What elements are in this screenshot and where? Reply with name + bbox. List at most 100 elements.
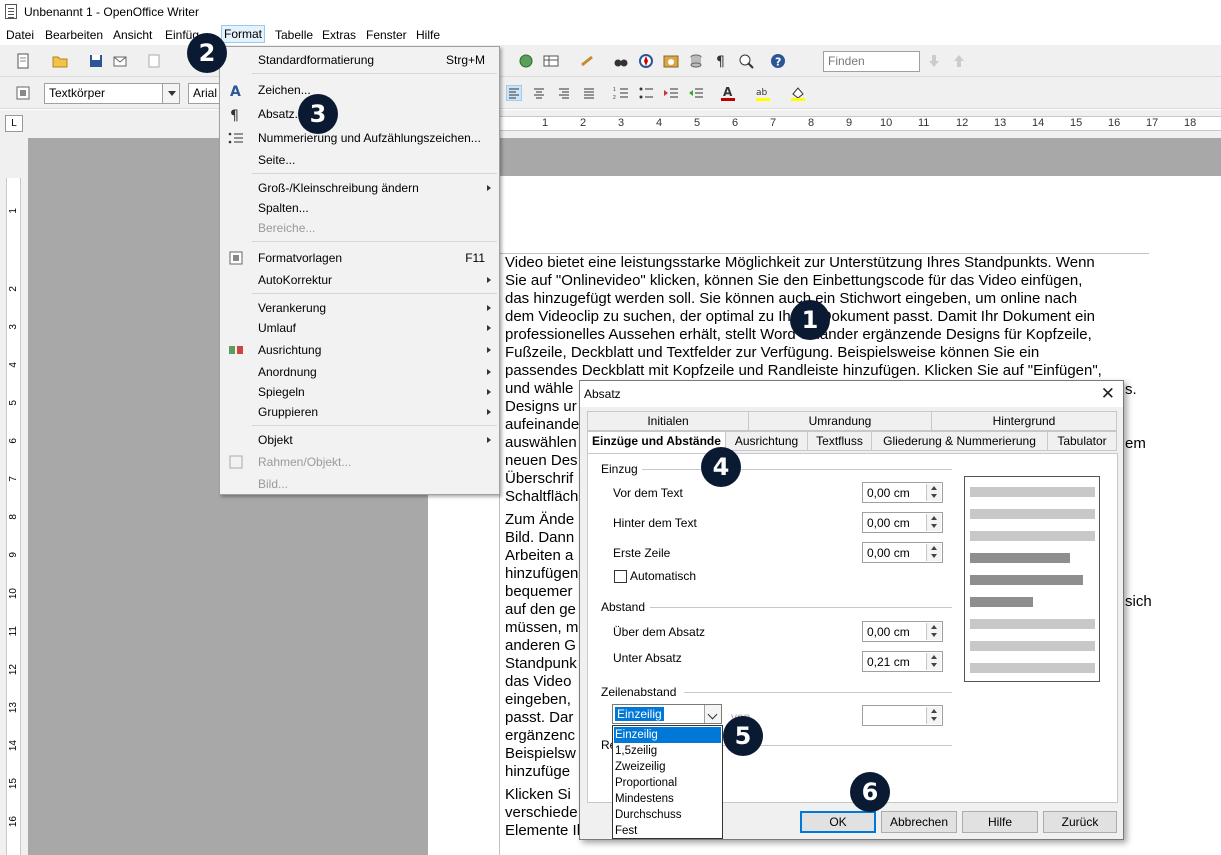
zeilenabstand-value-field[interactable]: [862, 705, 943, 726]
vor-dem-text-field[interactable]: 0,00 cm: [862, 482, 943, 503]
zeilenabstand-select[interactable]: Einzeilig: [612, 704, 722, 724]
spin-buttons[interactable]: [926, 514, 941, 531]
tab-tabulator[interactable]: Tabulator: [1047, 431, 1117, 451]
menu-ansicht[interactable]: Ansicht: [111, 27, 154, 43]
styles-formatting-icon[interactable]: [15, 85, 31, 101]
font-color-icon[interactable]: A: [720, 85, 736, 101]
zurueck-button[interactable]: Zurück: [1043, 811, 1117, 833]
menu-item-standardformatierung[interactable]: Standardformatierung Strg+M: [220, 50, 499, 70]
formatting-marks-icon[interactable]: ¶: [713, 53, 729, 69]
tab-gliederung-nummerierung[interactable]: Gliederung & Nummerierung: [871, 431, 1048, 451]
ruler-number: 7: [770, 117, 777, 129]
align-right-icon[interactable]: [556, 85, 572, 101]
align-left-icon[interactable]: [506, 85, 522, 101]
numbering-icon[interactable]: 12: [613, 85, 629, 101]
increase-indent-icon[interactable]: [688, 85, 704, 101]
option-zweizeilig[interactable]: Zweizeilig: [614, 759, 721, 775]
erste-zeile-field[interactable]: 0,00 cm: [862, 542, 943, 563]
ruler-number: 4: [8, 362, 19, 368]
background-color-icon[interactable]: [790, 85, 806, 101]
menu-separator: [252, 425, 497, 426]
menu-bearbeiten[interactable]: Bearbeiten: [43, 27, 105, 43]
menu-extras[interactable]: Extras: [320, 27, 358, 43]
menu-item-verankerung[interactable]: Verankerung: [220, 298, 499, 318]
tab-einzuege-und-abstaende[interactable]: Einzüge und Abstände: [587, 431, 726, 453]
menu-item-objekt[interactable]: Objekt: [220, 430, 499, 450]
menu-item-absatz[interactable]: ¶ Absatz...: [220, 104, 499, 124]
menu-fenster[interactable]: Fenster: [364, 27, 409, 43]
spin-buttons[interactable]: [926, 544, 941, 561]
table-icon[interactable]: [543, 53, 559, 69]
menu-item-ausrichtung[interactable]: Ausrichtung: [220, 340, 499, 360]
option-1-5zeilig[interactable]: 1,5zeilig: [614, 743, 721, 759]
font-name-select[interactable]: Arial: [188, 83, 220, 104]
spin-buttons[interactable]: [926, 707, 941, 724]
draw-functions-icon[interactable]: [580, 53, 596, 69]
tab-hintergrund[interactable]: Hintergrund: [931, 411, 1117, 431]
help-icon[interactable]: ?: [770, 53, 786, 69]
navigator-compass-icon[interactable]: [638, 53, 654, 69]
menu-item-spiegeln[interactable]: Spiegeln: [220, 382, 499, 402]
menu-format[interactable]: Format: [221, 25, 266, 43]
tab-ausrichtung[interactable]: Ausrichtung: [725, 431, 808, 451]
vertical-ruler[interactable]: 1 2 3 4 5 6 7 8 9 10 11 12 13 14 15 16: [6, 178, 21, 855]
option-fest[interactable]: Fest: [614, 823, 721, 839]
spin-buttons[interactable]: [926, 653, 941, 670]
new-document-icon[interactable]: [15, 53, 31, 69]
menu-item-label: Gruppieren: [258, 405, 319, 419]
decrease-indent-icon[interactable]: [663, 85, 679, 101]
menu-item-gross-klein[interactable]: Groß-/Kleinschreibung ändern: [220, 178, 499, 198]
unter-absatz-field[interactable]: 0,21 cm: [862, 651, 943, 672]
menu-tabelle[interactable]: Tabelle: [273, 27, 315, 43]
tab-initialen[interactable]: Initialen: [587, 411, 749, 431]
menu-item-formatvorlagen[interactable]: Formatvorlagen F11: [220, 248, 499, 268]
chevron-down-icon[interactable]: [704, 705, 721, 723]
gallery-icon[interactable]: [663, 53, 679, 69]
spin-buttons[interactable]: [926, 484, 941, 501]
menu-item-spalten[interactable]: Spalten...: [220, 198, 499, 218]
automatisch-checkbox[interactable]: [614, 570, 627, 583]
save-icon[interactable]: [88, 53, 104, 69]
menu-item-anordnung[interactable]: Anordnung: [220, 362, 499, 382]
zoom-icon[interactable]: [738, 53, 754, 69]
menu-datei[interactable]: Datei: [4, 27, 36, 43]
navigator-icon[interactable]: [518, 53, 534, 69]
option-proportional[interactable]: Proportional: [614, 775, 721, 791]
ruler-number: 1: [8, 208, 19, 214]
find-replace-icon[interactable]: [613, 53, 629, 69]
data-sources-icon[interactable]: [688, 53, 704, 69]
menu-item-seite[interactable]: Seite...: [220, 150, 499, 170]
open-folder-icon[interactable]: [52, 53, 68, 69]
highlighting-icon[interactable]: ab: [755, 85, 771, 101]
option-mindestens[interactable]: Mindestens: [614, 791, 721, 807]
menu-hilfe[interactable]: Hilfe: [414, 27, 442, 43]
option-durchschuss[interactable]: Durchschuss: [614, 807, 721, 823]
tab-type-button[interactable]: L: [5, 115, 23, 132]
find-input[interactable]: Finden: [823, 51, 920, 72]
menu-item-gruppieren[interactable]: Gruppieren: [220, 402, 499, 422]
edit-file-icon[interactable]: [146, 53, 162, 69]
dialog-title: Absatz: [584, 387, 621, 401]
option-einzeilig[interactable]: Einzeilig: [614, 727, 721, 743]
close-icon[interactable]: ✕: [1101, 384, 1115, 404]
email-icon[interactable]: [112, 53, 128, 69]
menu-item-nummerierung[interactable]: Nummerierung und Aufzählungszeichen...: [220, 128, 499, 148]
menu-item-autokorrektur[interactable]: AutoKorrektur: [220, 270, 499, 290]
horizontal-ruler[interactable]: 1 2 3 4 5 6 7 8 9 10 11 12 13 14 15 16 1…: [498, 116, 1221, 131]
menu-item-zeichen[interactable]: A Zeichen...: [220, 80, 499, 100]
ok-button[interactable]: OK: [800, 811, 876, 833]
hinter-dem-text-field[interactable]: 0,00 cm: [862, 512, 943, 533]
justify-icon[interactable]: [581, 85, 597, 101]
find-next-icon[interactable]: [926, 53, 942, 69]
abbrechen-button[interactable]: Abbrechen: [881, 811, 957, 833]
menu-item-umlauf[interactable]: Umlauf: [220, 318, 499, 338]
tab-textfluss[interactable]: Textfluss: [807, 431, 872, 451]
tab-umrandung[interactable]: Umrandung: [748, 411, 932, 431]
paragraph-style-select[interactable]: Textkörper: [44, 83, 180, 104]
find-previous-icon[interactable]: [951, 53, 967, 69]
ueber-dem-absatz-field[interactable]: 0,00 cm: [862, 621, 943, 642]
hilfe-button[interactable]: Hilfe: [962, 811, 1038, 833]
align-center-icon[interactable]: [531, 85, 547, 101]
bullets-icon[interactable]: [638, 85, 654, 101]
spin-buttons[interactable]: [926, 623, 941, 640]
